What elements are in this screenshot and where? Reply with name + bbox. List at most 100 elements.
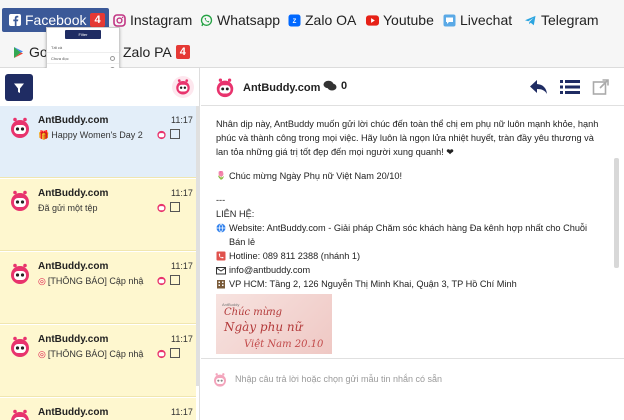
conversation-name: AntBuddy.com <box>38 407 109 418</box>
website-line: Website: AntBuddy.com - Giải pháp Chăm s… <box>216 221 605 249</box>
composer-placeholder[interactable]: Nhập câu trả lời hoặc chọn gửi mẫu tin n… <box>235 374 442 384</box>
fanpage-icon <box>170 348 180 358</box>
unread-badge: 4 <box>175 45 190 59</box>
card-line1: Chúc mừng <box>224 307 283 318</box>
list-icon <box>560 80 580 94</box>
tab-label: Youtube <box>383 12 434 28</box>
tab-zalo-oa[interactable]: Z Zalo OA <box>288 8 356 32</box>
dropdown-item[interactable]: Chưa đọc <box>47 53 119 64</box>
livechat-icon <box>443 14 456 27</box>
list-menu-button[interactable] <box>558 76 582 98</box>
comments-icon <box>323 80 337 91</box>
avatar[interactable] <box>172 76 194 98</box>
fanpage-icon <box>170 275 180 285</box>
comment-counter[interactable]: 0 <box>323 80 347 92</box>
conversation-item[interactable]: AntBuddy.com 11:17 Đã gửi một tệp <box>0 179 196 251</box>
conversation-icons <box>156 202 180 213</box>
hotline-line: Hotline: 089 811 2388 (nhánh 1) <box>216 249 605 263</box>
conversation-time: 11:17 <box>171 261 193 271</box>
card-line2: Ngày phụ nữ <box>224 320 303 334</box>
fanpage-icon <box>170 129 180 139</box>
open-external-button[interactable] <box>589 76 613 98</box>
target-icon: ◎ <box>38 349 46 359</box>
conversation-preview: Đã gửi một tệp <box>38 203 98 213</box>
app: Facebook 4 Instagram Whatsapp Z Zalo OA <box>0 0 624 420</box>
chat-header: AntBuddy.com 0 <box>201 68 624 106</box>
preview-text: [THÔNG BÁO] Cập nhậ <box>47 276 144 286</box>
tab-youtube[interactable]: Youtube <box>366 8 434 32</box>
antbuddy-logo-icon <box>11 409 29 420</box>
reply-button[interactable] <box>527 76 551 98</box>
globe-icon <box>216 223 226 233</box>
conversation-name: AntBuddy.com <box>38 334 109 345</box>
message-paragraph: Nhân dịp này, AntBuddy muốn gửi lời chúc… <box>216 119 599 157</box>
message-composer[interactable]: Nhập câu trả lời hoặc chọn gửi mẫu tin n… <box>201 358 624 420</box>
tab-instagram[interactable]: Instagram <box>113 8 192 32</box>
gift-icon: 🎁 <box>38 130 50 140</box>
contact-heading: LIÊN HỆ: <box>216 209 255 219</box>
antbuddy-logo-icon <box>11 263 29 284</box>
tab-zalo-pa[interactable]: Zalo PA 4 <box>123 40 190 64</box>
conversation-time: 11:17 <box>171 115 193 125</box>
dropdown-item-label: Chưa đọc <box>51 55 69 61</box>
google-play-icon <box>12 46 25 59</box>
conversation-item[interactable]: AntBuddy.com 11:17 <box>0 398 196 420</box>
dropdown-item[interactable]: Tất cả <box>47 42 119 53</box>
card-line3: Việt Nam 20.10 <box>244 339 324 350</box>
office-icon <box>216 279 226 289</box>
address-text: VP HCM: Tầng 2, 126 Nguyễn Thị Minh Khai… <box>229 279 517 289</box>
unread-badge: 4 <box>90 13 105 27</box>
tab-label: Whatsapp <box>217 12 281 28</box>
address-line: VP HCM: Tầng 2, 126 Nguyễn Thị Minh Khai… <box>216 277 605 291</box>
conversation-item[interactable]: AntBuddy.com 11:17 🎁 Happy Women's Day 2 <box>0 106 196 178</box>
list-scrollbar[interactable] <box>196 106 200 386</box>
preview-text: [THÔNG BÁO] Cập nhậ <box>47 349 144 359</box>
tab-label: Facebook <box>25 12 87 28</box>
conversation-icons <box>156 129 180 140</box>
filter-icon <box>14 83 24 93</box>
tab-label: Instagram <box>130 12 193 28</box>
antbuddy-logo-icon <box>157 276 166 286</box>
tab-label: Zalo OA <box>305 12 357 28</box>
conversation-item[interactable]: AntBuddy.com 11:17 ◎ [THÔNG BÁO] Cập nhậ <box>0 325 196 397</box>
tab-livechat[interactable]: Livechat <box>443 8 512 32</box>
chat-panel: AntBuddy.com 0 Nhân dịp này, AntBuddy mu… <box>201 68 624 420</box>
greeting-card-image[interactable]: AntBuddy Chúc mừng Ngày phụ nữ Việt Nam … <box>216 294 332 354</box>
tab-label: Livechat <box>460 12 513 28</box>
conversation-icons <box>156 275 180 286</box>
conversation-name: AntBuddy.com <box>38 188 109 199</box>
dropdown-item-label: Tất cả <box>51 44 63 50</box>
antbuddy-logo-icon <box>216 78 234 98</box>
conversation-name: AntBuddy.com <box>38 261 109 272</box>
chat-title: AntBuddy.com <box>243 82 321 94</box>
conversation-preview: 🎁 Happy Women's Day 2 <box>38 130 158 141</box>
conversation-icons <box>156 348 180 359</box>
tab-whatsapp[interactable]: Whatsapp <box>200 8 280 32</box>
email-text: info@antbuddy.com <box>229 265 311 275</box>
conversation-item[interactable]: AntBuddy.com 11:17 ◎ [THÔNG BÁO] Cập nhậ <box>0 252 196 324</box>
antbuddy-logo-icon <box>11 190 29 211</box>
svg-text:Z: Z <box>293 19 297 25</box>
chat-scrollbar[interactable] <box>614 158 619 268</box>
greeting-line: 🌷 Chúc mừng Ngày Phụ nữ Việt Nam 20/10! <box>216 169 605 183</box>
phone-icon <box>216 251 226 261</box>
dropdown-header: Filter <box>65 30 101 39</box>
conversation-preview: ◎ [THÔNG BÁO] Cập nhậ <box>38 349 158 360</box>
tab-label: Zalo PA <box>123 44 172 60</box>
filter-button[interactable] <box>5 74 33 101</box>
telegram-icon <box>524 14 537 27</box>
tab-telegram[interactable]: Telegram <box>524 8 599 32</box>
fanpage-icon <box>170 202 180 212</box>
greeting-text: Chúc mừng Ngày Phụ nữ Việt Nam 20/10! <box>229 171 403 181</box>
divider-text: --- <box>216 195 226 205</box>
tab-label: Telegram <box>541 12 599 28</box>
target-icon: ◎ <box>38 276 46 286</box>
conversation-time: 11:17 <box>171 407 193 417</box>
antbuddy-logo-icon <box>157 130 166 140</box>
youtube-icon <box>366 14 379 27</box>
comment-count: 0 <box>341 80 348 92</box>
tulip-icon: 🌷 <box>216 171 226 180</box>
hotline-text: Hotline: 089 811 2388 (nhánh 1) <box>229 251 361 261</box>
antbuddy-logo-icon <box>176 79 190 95</box>
antbuddy-logo-icon <box>11 336 29 357</box>
